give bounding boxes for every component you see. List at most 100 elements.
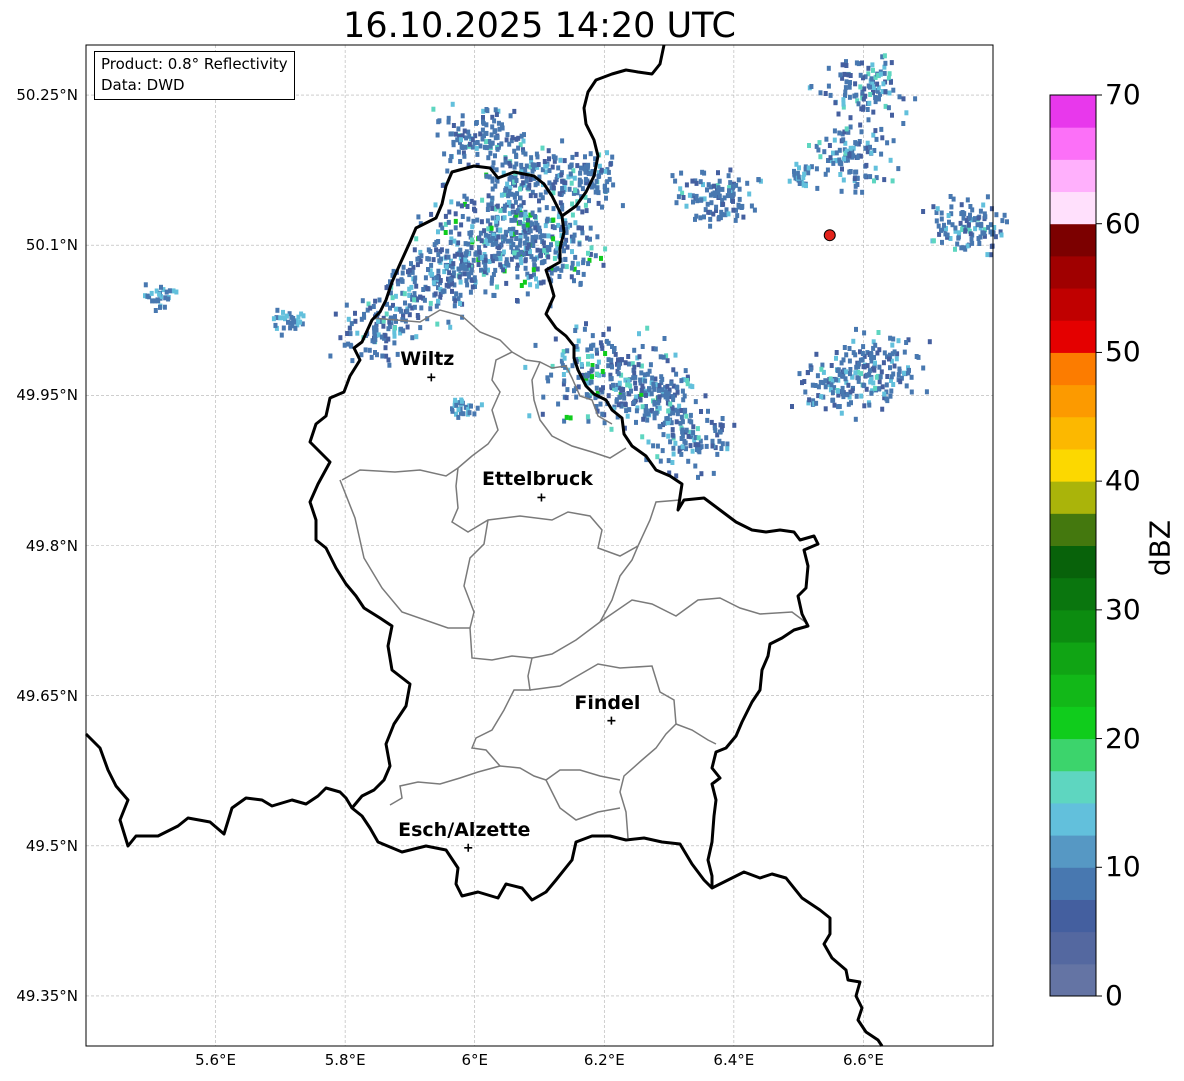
echo-pixel [526, 218, 530, 224]
echo-pixel [528, 228, 533, 234]
echo-pixel [865, 363, 870, 369]
echo-pixel [474, 145, 479, 151]
echo-pixel [711, 470, 716, 476]
echo-pixel [570, 260, 575, 266]
echo-pixel [633, 380, 638, 386]
echo-pixel [387, 324, 392, 329]
echo-pixel [493, 153, 497, 159]
echo-pixel [587, 198, 591, 204]
echo-pixel [844, 63, 849, 68]
echo-pixel [871, 109, 876, 115]
echo-pixel [840, 166, 844, 172]
echo-pixel [495, 203, 500, 209]
echo-pixel [583, 164, 588, 170]
echo-pixel [493, 135, 498, 141]
echo-pixel [687, 192, 692, 198]
echo-pixel [435, 321, 440, 327]
echo-pixel [805, 370, 810, 375]
echo-pixel [451, 261, 456, 267]
echo-pixel [556, 165, 561, 171]
echo-pixel [842, 345, 847, 350]
echo-pixel [531, 243, 536, 248]
city-label: Findel [574, 691, 641, 714]
echo-pixel [624, 408, 629, 414]
echo-pixel [666, 391, 671, 397]
echo-pixel [609, 426, 614, 432]
echo-pixel [581, 271, 586, 277]
echo-pixel [634, 419, 638, 425]
echo-pixel [644, 408, 649, 414]
echo-pixel [436, 119, 441, 125]
echo-pixel [580, 209, 585, 215]
echo-pixel [472, 206, 476, 212]
echo-pixel [467, 141, 472, 147]
colorbar-segment [1050, 288, 1096, 321]
echo-pixel [569, 265, 574, 271]
echo-pixel [838, 72, 843, 78]
echo-pixel [586, 361, 590, 367]
echo-pixel [429, 211, 434, 217]
echo-pixel [645, 325, 650, 331]
echo-pixel [815, 373, 820, 379]
echo-pixel [853, 189, 858, 195]
echo-pixel [717, 178, 722, 184]
echo-pixel [490, 186, 495, 192]
echo-pixel [657, 383, 662, 389]
echo-pixel [861, 344, 866, 350]
echo-pixel [841, 137, 846, 143]
colorbar-segment [1050, 191, 1096, 225]
echo-pixel [989, 252, 993, 258]
echo-pixel [888, 393, 893, 399]
echo-pixel [882, 391, 887, 397]
echo-pixel [656, 400, 661, 406]
echo-pixel [490, 206, 495, 211]
echo-pixel [534, 234, 538, 240]
echo-pixel [518, 219, 522, 225]
echo-pixel [940, 239, 944, 245]
echo-pixel [584, 208, 589, 214]
echo-pixel [792, 171, 797, 177]
echo-pixel [397, 306, 402, 312]
echo-pixel [632, 399, 636, 405]
echo-pixel [457, 231, 462, 237]
echo-pixel [690, 384, 695, 390]
echo-pixel [413, 275, 418, 281]
echo-pixel [562, 248, 566, 254]
echo-pixel [836, 388, 841, 394]
echo-pixel [521, 180, 526, 186]
echo-pixel [834, 350, 839, 355]
echo-pixel [432, 242, 437, 248]
echo-pixel [832, 128, 837, 134]
echo-pixel [521, 200, 526, 206]
echo-pixel [446, 319, 451, 325]
echo-pixel [560, 352, 565, 358]
echo-pixel [431, 257, 436, 263]
echo-pixel [669, 380, 674, 386]
echo-pixel [534, 276, 538, 282]
echo-pixel [604, 338, 609, 344]
echo-pixel [458, 301, 462, 306]
echo-pixel [333, 311, 338, 317]
echo-pixel [490, 275, 495, 281]
echo-pixel [533, 182, 538, 188]
echo-pixel [464, 196, 469, 202]
echo-pixel [465, 282, 470, 288]
echo-pixel [968, 204, 973, 209]
echo-pixel [419, 253, 424, 259]
echo-pixel [576, 338, 581, 344]
echo-pixel [866, 65, 871, 71]
echo-pixel [864, 162, 869, 168]
echo-pixel [459, 398, 464, 404]
echo-pixel [839, 360, 844, 366]
echo-pixel [887, 71, 892, 77]
echo-pixel [671, 445, 676, 451]
echo-pixel [869, 150, 874, 156]
echo-pixel [737, 196, 742, 202]
echo-pixel [968, 231, 973, 237]
echo-pixel [661, 354, 666, 360]
echo-pixel [719, 446, 724, 451]
echo-pixel [845, 392, 850, 398]
echo-pixel [296, 314, 301, 320]
echo-pixel [934, 218, 939, 224]
echo-pixel [563, 257, 568, 262]
